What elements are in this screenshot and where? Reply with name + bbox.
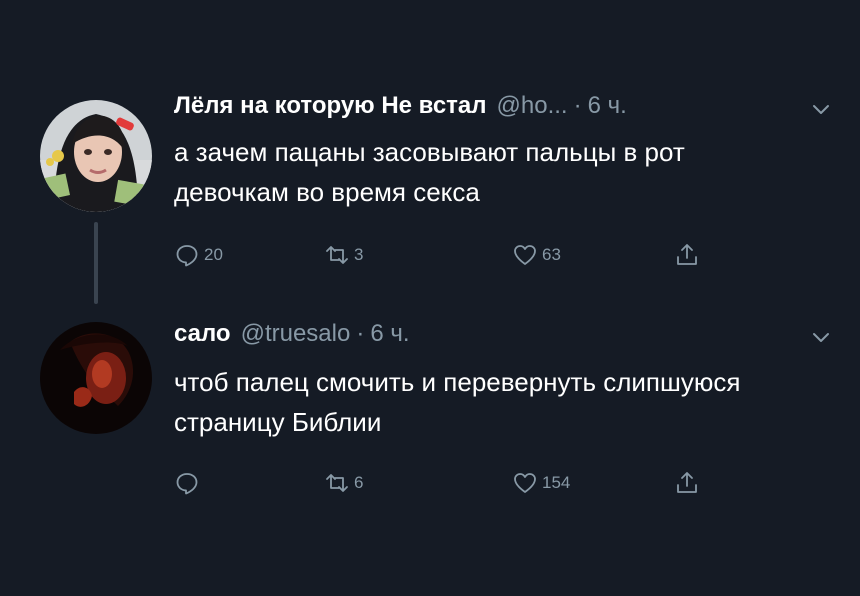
avatar-image xyxy=(40,322,152,434)
retweet-count: 3 xyxy=(354,245,364,264)
reply-icon xyxy=(176,473,198,495)
thread-line xyxy=(94,222,98,304)
retweet-icon xyxy=(326,474,348,492)
tweet-text: чтоб палец смочить и перевернуть слипшую… xyxy=(174,367,741,437)
chevron-down-icon[interactable] xyxy=(810,98,832,120)
retweet-button[interactable]: 3 xyxy=(324,240,363,270)
display-name[interactable]: сало xyxy=(174,320,231,348)
like-count: 63 xyxy=(542,245,561,264)
tweet-header: Лёля на которую Не встал @ho... · 6 ч. xyxy=(174,92,832,128)
timeline: Лёля на которую Не встал @ho... · 6 ч. а… xyxy=(0,0,860,596)
like-button[interactable]: 154 xyxy=(512,468,570,498)
like-button[interactable]: 63 xyxy=(512,240,561,270)
avatar-image xyxy=(40,100,152,212)
chevron-down-icon[interactable] xyxy=(810,326,832,348)
retweet-count: 6 xyxy=(354,473,364,492)
share-button[interactable] xyxy=(674,468,700,498)
timestamp[interactable]: 6 ч. xyxy=(370,320,409,348)
user-handle[interactable]: @truesalo xyxy=(241,320,351,348)
user-handle[interactable]: @ho... xyxy=(497,92,568,120)
share-icon xyxy=(677,472,697,493)
display-name[interactable]: Лёля на которую Не встал xyxy=(174,92,487,120)
tweet[interactable]: Лёля на которую Не встал @ho... · 6 ч. а… xyxy=(0,80,860,304)
share-icon xyxy=(677,244,697,265)
retweet-button[interactable]: 6 xyxy=(324,468,363,498)
retweet-icon xyxy=(326,246,348,264)
like-icon xyxy=(514,245,536,265)
timestamp[interactable]: 6 ч. xyxy=(588,92,627,120)
reply-button[interactable]: 20 xyxy=(174,240,223,270)
reply-icon xyxy=(176,245,198,267)
like-icon xyxy=(514,473,536,493)
tweet[interactable]: сало @truesalo · 6 ч. чтоб палец смочить… xyxy=(0,312,860,512)
tweet-header: сало @truesalo · 6 ч. xyxy=(174,320,832,356)
separator-dot: · xyxy=(356,320,365,347)
avatar[interactable] xyxy=(40,100,152,212)
tweet-actions: 20 3 63 xyxy=(174,240,734,270)
share-button[interactable] xyxy=(674,240,700,270)
tweet-text: а зачем пацаны засовывают пальцы в рот д… xyxy=(174,137,685,207)
tweet-actions: 6 154 xyxy=(174,468,734,498)
separator-dot: · xyxy=(573,92,582,119)
like-count: 154 xyxy=(542,473,571,492)
reply-count: 20 xyxy=(204,245,223,264)
reply-button[interactable] xyxy=(174,468,204,498)
avatar[interactable] xyxy=(40,322,152,434)
